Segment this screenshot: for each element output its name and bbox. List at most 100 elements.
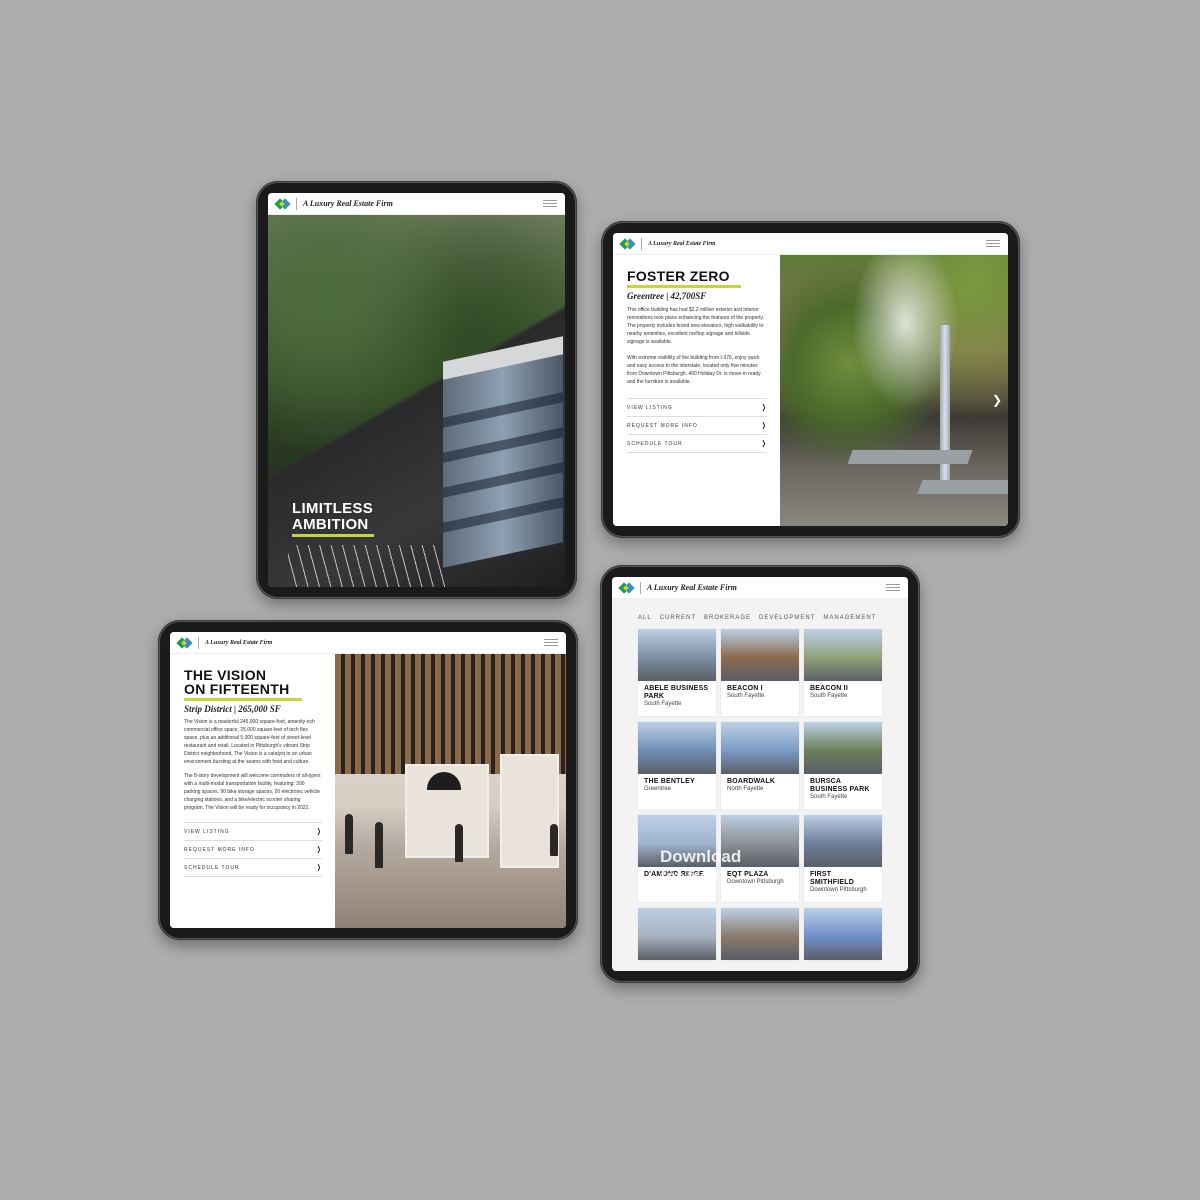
property-photo bbox=[721, 629, 799, 681]
property-photo bbox=[638, 908, 716, 960]
property-photo bbox=[721, 908, 799, 960]
listing-title: FOSTER ZERO bbox=[627, 268, 730, 284]
filter-brokerage[interactable]: BROKERAGE bbox=[704, 615, 751, 621]
property-photo bbox=[721, 722, 799, 774]
property-name: BOARDWALK bbox=[727, 778, 776, 785]
listing-details: FOSTER ZERO Greentree | 42,700SF This of… bbox=[613, 255, 780, 526]
listing-links: VIEW LISTING ❯ REQUEST MORE INFO ❯ SCHEDUL… bbox=[184, 822, 322, 877]
property-location: South Fayette bbox=[810, 693, 848, 699]
property-card[interactable]: BOARDWALK North Fayette bbox=[721, 722, 799, 809]
hero-heading: LIMITLESS AMBITION bbox=[292, 501, 374, 537]
property-name: D'AMOND RIDGE bbox=[644, 871, 704, 878]
property-photo bbox=[638, 815, 716, 867]
property-name: EQT PLAZA bbox=[727, 871, 769, 878]
view-listing-link[interactable]: VIEW LISTING ❯ bbox=[184, 823, 322, 841]
site-header: A Luxury Real Estate Firm bbox=[613, 233, 1008, 255]
request-more-info-link[interactable]: REQUEST MORE INFO ❯ bbox=[184, 841, 322, 859]
property-photo bbox=[804, 629, 882, 681]
property-photo bbox=[721, 815, 799, 867]
property-location: South Fayette bbox=[810, 794, 848, 800]
property-card[interactable]: ABELE BUSINESS PARK South Fayette bbox=[638, 629, 716, 716]
chevron-right-icon[interactable]: ❯ bbox=[992, 393, 1002, 407]
property-card[interactable]: BEACON II South Fayette bbox=[804, 629, 882, 716]
property-photo bbox=[638, 722, 716, 774]
listing-links: VIEW LISTING ❯ REQUEST MORE INFO ❯ SCHEDUL… bbox=[627, 398, 767, 453]
divider bbox=[296, 197, 297, 210]
chevron-right-icon: ❯ bbox=[761, 403, 767, 412]
chevron-right-icon: ❯ bbox=[316, 827, 322, 836]
listing-subtitle: Greentree | 42,700SF bbox=[627, 291, 707, 301]
property-location: Downtown Pittsburgh bbox=[810, 887, 867, 893]
hero-line-2: AMBITION bbox=[292, 516, 369, 533]
hamburger-menu-icon[interactable] bbox=[986, 240, 1000, 247]
chevron-right-icon: ❯ bbox=[316, 845, 322, 854]
tablet-foster-zero: A Luxury Real Estate Firm FOSTER ZERO Gr… bbox=[601, 221, 1020, 538]
site-header: A Luxury Real Estate Firm bbox=[170, 632, 566, 654]
property-card[interactable]: BURSCA BUSINESS PARK South Fayette bbox=[804, 722, 882, 809]
property-card[interactable]: THE BENTLEY Greentree bbox=[638, 722, 716, 809]
divider bbox=[641, 237, 642, 250]
listing-description-2: With extreme visibility of the building … bbox=[627, 355, 761, 385]
schedule-tour-link[interactable]: SCHEDULE TOUR ❯ bbox=[627, 435, 767, 453]
property-location: Greentree bbox=[644, 786, 672, 792]
hero-line-1: LIMITLESS bbox=[292, 500, 374, 517]
site-header: A Luxury Real Estate Firm bbox=[268, 193, 565, 215]
hamburger-menu-icon[interactable] bbox=[544, 639, 558, 646]
property-name bbox=[721, 960, 799, 964]
brand-tagline: A Luxury Real Estate Firm bbox=[303, 199, 393, 208]
screen: A Luxury Real Estate Firm LIMITLESS AMBI… bbox=[268, 193, 565, 587]
chevron-right-icon: ❯ bbox=[761, 439, 767, 448]
property-location: South Fayette bbox=[727, 693, 765, 699]
site-header: A Luxury Real Estate Firm bbox=[612, 577, 908, 599]
property-card[interactable] bbox=[804, 908, 882, 960]
brand-logo-icon[interactable] bbox=[274, 197, 291, 211]
property-name: BURSCA BUSINESS PARK bbox=[810, 778, 870, 793]
hamburger-menu-icon[interactable] bbox=[543, 200, 557, 207]
listing-subtitle: Strip District | 265,000 SF bbox=[184, 704, 281, 714]
view-listing-link[interactable]: VIEW LISTING ❯ bbox=[627, 399, 767, 417]
property-grid: ABELE BUSINESS PARK South Fayette BEACON I… bbox=[638, 629, 883, 960]
listing-description-1: The Vision is a masterful 245,000 square… bbox=[184, 719, 315, 765]
property-card[interactable]: EQT PLAZA Downtown Pittsburgh bbox=[721, 815, 799, 902]
lobby-rendering bbox=[335, 654, 566, 928]
filter-current[interactable]: CURRENT bbox=[660, 615, 696, 621]
listing-details: THE VISION ON FIFTEENTH Strip District |… bbox=[170, 654, 335, 928]
property-location: South Fayette bbox=[644, 701, 682, 707]
listing-photo: ❯ bbox=[780, 255, 1008, 526]
parking-lines bbox=[288, 545, 448, 587]
divider bbox=[640, 581, 641, 594]
brand-logo-icon[interactable] bbox=[618, 581, 635, 595]
property-photo bbox=[804, 908, 882, 960]
request-more-info-link[interactable]: REQUEST MORE INFO ❯ bbox=[627, 417, 767, 435]
property-photo bbox=[804, 815, 882, 867]
brand-tagline: A Luxury Real Estate Firm bbox=[647, 583, 737, 592]
property-card[interactable] bbox=[721, 908, 799, 960]
filter-tabs: ALL CURRENT BROKERAGE DEVELOPMENT MANAGE… bbox=[638, 615, 876, 621]
brand-logo-icon[interactable] bbox=[619, 237, 636, 251]
schedule-tour-link[interactable]: SCHEDULE TOUR ❯ bbox=[184, 859, 322, 877]
screen: A Luxury Real Estate Firm FOSTER ZERO Gr… bbox=[613, 233, 1008, 526]
property-card[interactable]: FIRST SMITHFIELD Downtown Pittsburgh bbox=[804, 815, 882, 902]
property-name bbox=[804, 960, 882, 964]
accent-underline bbox=[184, 698, 302, 701]
filter-development[interactable]: DEVELOPMENT bbox=[759, 615, 815, 621]
property-photo bbox=[638, 629, 716, 681]
property-card[interactable]: D'AMOND RIDGE bbox=[638, 815, 716, 902]
chevron-right-icon: ❯ bbox=[761, 421, 767, 430]
property-name: FIRST SMITHFIELD bbox=[810, 871, 854, 886]
property-name: BEACON I bbox=[727, 685, 763, 692]
property-card[interactable] bbox=[638, 908, 716, 960]
filter-management[interactable]: MANAGEMENT bbox=[823, 615, 876, 621]
property-photo bbox=[804, 722, 882, 774]
filter-all[interactable]: ALL bbox=[638, 615, 652, 621]
hamburger-menu-icon[interactable] bbox=[886, 584, 900, 591]
listing-title-line-1: THE VISION bbox=[184, 667, 267, 683]
screen: A Luxury Real Estate Firm ALL CURRENT BR… bbox=[612, 577, 908, 971]
listing-description-1: This office building has had $2.2 millio… bbox=[627, 307, 764, 345]
brand-logo-icon[interactable] bbox=[176, 636, 193, 650]
property-card[interactable]: BEACON I South Fayette bbox=[721, 629, 799, 716]
chevron-right-icon: ❯ bbox=[316, 863, 322, 872]
office-building-image bbox=[443, 352, 563, 568]
accent-underline bbox=[292, 534, 374, 537]
property-name: BEACON II bbox=[810, 685, 848, 692]
